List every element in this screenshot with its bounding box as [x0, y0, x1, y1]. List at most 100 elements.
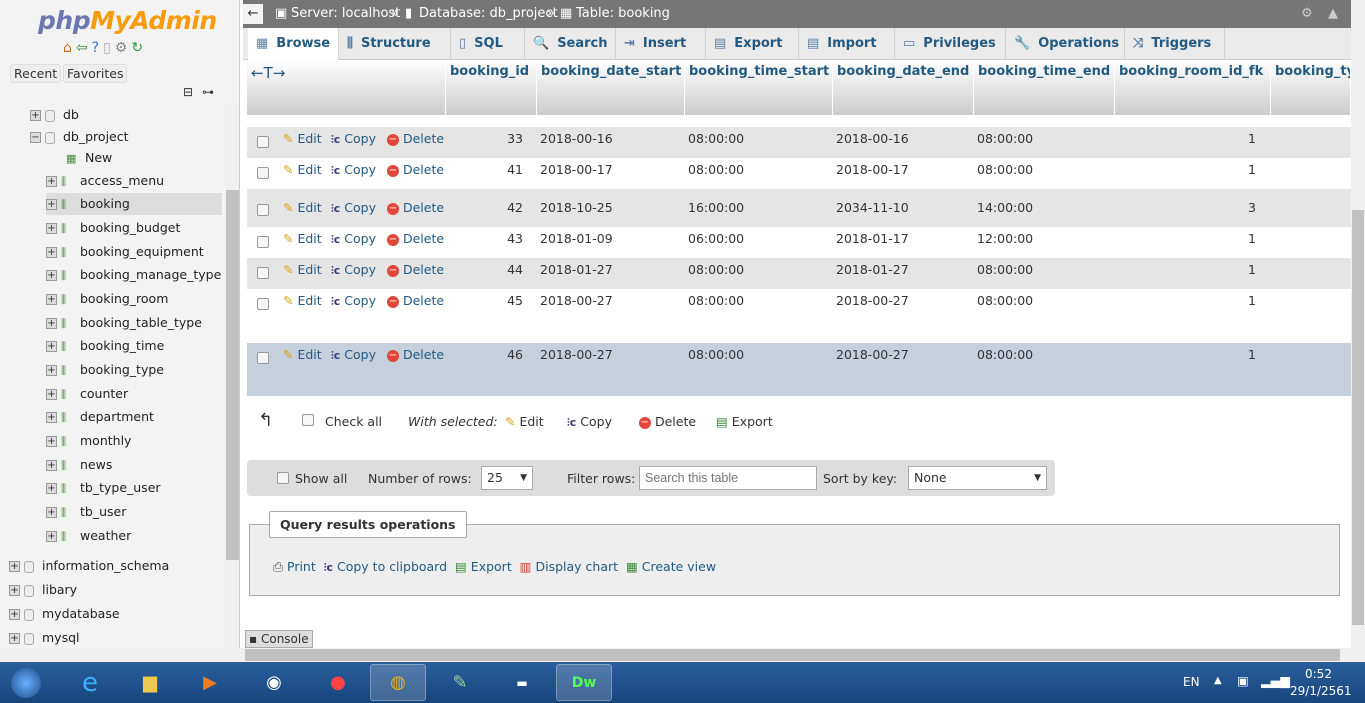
tab-browse[interactable]: ▦ Browse — [248, 28, 339, 60]
tree-item-news[interactable]: + ⫼ news — [46, 454, 222, 476]
edit-row-button[interactable]: ✎ Edit — [283, 231, 322, 246]
expand-icon[interactable]: + — [46, 294, 57, 305]
expand-icon[interactable]: + — [9, 585, 20, 596]
tree-item-booking_manage_type[interactable]: + ⫼ booking_manage_type — [46, 264, 222, 286]
tab-insert[interactable]: ⇥ Insert — [616, 28, 706, 60]
tree-item-tb_user[interactable]: + ⫼ tb_user — [46, 501, 222, 523]
delete-row-button[interactable]: − Delete — [387, 231, 444, 246]
show-all-label[interactable]: Show all — [295, 471, 347, 486]
tree-item-mydatabase[interactable]: + mydatabase — [9, 603, 120, 625]
num-rows-select[interactable]: 25 ▼ — [481, 466, 533, 490]
expand-icon[interactable]: + — [46, 341, 57, 352]
reload-icon[interactable]: ↻ — [131, 40, 143, 56]
tree-item-booking[interactable]: + ⫼ booking — [46, 193, 222, 215]
tab-export[interactable]: ▤ Export — [706, 28, 799, 60]
expand-icon[interactable]: + — [46, 531, 57, 542]
filter-rows-input[interactable] — [639, 466, 817, 490]
column-header-booking_date_end[interactable]: booking_date_end — [833, 60, 974, 115]
settings-gear-icon[interactable]: ⚙ — [1301, 0, 1313, 28]
copy-row-button[interactable]: ⫶c Copy — [331, 131, 376, 147]
edit-row-button[interactable]: ✎ Edit — [283, 162, 322, 177]
table-row[interactable]: ✎ Edit ⫶c Copy − Delete 44 2018-01-27 08:00:0… — [247, 258, 1351, 289]
clock-time[interactable]: 0:52 — [1305, 667, 1332, 681]
edit-row-button[interactable]: ✎ Edit — [283, 262, 322, 277]
bulk-copy-button[interactable]: ⫶c Copy — [567, 414, 612, 430]
column-header-booking_time_start[interactable]: booking_time_start — [685, 60, 833, 115]
tree-item-monthly[interactable]: + ⫼ monthly — [46, 430, 222, 452]
cmd-icon[interactable]: ▬ — [494, 664, 550, 701]
delete-row-button[interactable]: − Delete — [387, 162, 444, 177]
expand-icon[interactable]: + — [46, 199, 57, 210]
check-all-label[interactable]: Check all — [325, 414, 382, 429]
row-checkbox[interactable] — [257, 136, 269, 148]
copy-clipboard-link[interactable]: ⫶c Copy to clipboard — [324, 559, 447, 574]
tree-item-mysql[interactable]: + mysql — [9, 627, 80, 648]
expand-icon[interactable]: + — [30, 110, 41, 121]
phpmyadmin-logo[interactable]: phpMyAdmin — [38, 6, 217, 35]
breadcrumb-table[interactable]: Table: booking — [576, 0, 670, 28]
row-checkbox[interactable] — [257, 267, 269, 279]
tab-privileges[interactable]: ▭ Privileges — [895, 28, 1006, 60]
language-indicator[interactable]: EN — [1183, 675, 1200, 689]
print-link[interactable]: ⎙ Print — [273, 559, 316, 574]
row-checkbox[interactable] — [257, 167, 269, 179]
tree-item-information_schema[interactable]: + information_schema — [9, 555, 169, 577]
tree-item-booking_equipment[interactable]: + ⫼ booking_equipment — [46, 241, 222, 263]
row-checkbox[interactable] — [257, 204, 269, 216]
internet-explorer-icon[interactable]: e — [62, 664, 118, 701]
expand-icon[interactable]: + — [46, 270, 57, 281]
breadcrumb-database[interactable]: Database: db_project — [419, 0, 558, 28]
expand-icon[interactable]: + — [9, 609, 20, 620]
start-button[interactable] — [4, 664, 48, 701]
bulk-export-button[interactable]: ▤ Export — [716, 414, 773, 429]
delete-row-button[interactable]: − Delete — [387, 347, 444, 362]
file-explorer-icon[interactable]: ▆ — [122, 664, 178, 701]
copy-row-button[interactable]: ⫶c Copy — [331, 262, 376, 278]
expand-icon[interactable]: + — [46, 365, 57, 376]
delete-row-button[interactable]: − Delete — [387, 131, 444, 146]
tab-sql[interactable]: ▯ SQL — [451, 28, 525, 60]
edit-row-button[interactable]: ✎ Edit — [283, 200, 322, 215]
delete-row-button[interactable]: − Delete — [387, 293, 444, 308]
link-icon[interactable]: ⊶ — [202, 85, 214, 99]
table-row[interactable]: ✎ Edit ⫶c Copy − Delete 43 2018-01-09 06:00:0… — [247, 227, 1351, 258]
gear-icon[interactable]: ⚙ — [115, 40, 128, 56]
expand-icon[interactable]: + — [46, 483, 57, 494]
sidebar-scrollbar[interactable] — [225, 104, 239, 648]
notepad-icon[interactable]: ✎ — [432, 664, 488, 701]
copy-row-button[interactable]: ⫶c Copy — [331, 231, 376, 247]
export-link[interactable]: ▤ Export — [455, 559, 512, 574]
edit-row-button[interactable]: ✎ Edit — [283, 347, 322, 362]
tree-item-booking_time[interactable]: + ⫼ booking_time — [46, 335, 222, 357]
expand-icon[interactable]: + — [46, 318, 57, 329]
expand-icon[interactable]: + — [46, 436, 57, 447]
edit-row-button[interactable]: ✎ Edit — [283, 131, 322, 146]
tree-item-db[interactable]: + db — [30, 104, 220, 126]
tree-item-booking_room[interactable]: + ⫼ booking_room — [46, 288, 222, 310]
column-header-booking_room_id_fk[interactable]: booking_room_id_fk — [1115, 60, 1271, 115]
dreamweaver-icon[interactable]: Dw — [556, 664, 612, 701]
tree-item-New[interactable]: ▦ New — [66, 147, 239, 169]
collapse-all-icon[interactable]: ⊟ — [183, 85, 193, 99]
favorites-button[interactable]: Favorites — [63, 64, 128, 83]
table-row[interactable]: ✎ Edit ⫶c Copy − Delete 41 2018-00-17 08:00:0… — [247, 158, 1351, 189]
tree-item-db_project[interactable]: − db_project — [30, 126, 220, 148]
logout-icon[interactable]: ⇦ — [76, 40, 88, 56]
media-player-icon[interactable]: ▶ — [182, 664, 238, 701]
create-view-link[interactable]: ▦ Create view — [626, 559, 716, 574]
delete-row-button[interactable]: − Delete — [387, 262, 444, 277]
tab-search[interactable]: 🔍 Search — [525, 28, 616, 60]
tree-item-booking_table_type[interactable]: + ⫼ booking_table_type — [46, 312, 222, 334]
recent-button[interactable]: Recent — [10, 64, 62, 83]
tab-operations[interactable]: 🔧 Operations — [1006, 28, 1125, 60]
check-all-checkbox[interactable] — [302, 414, 314, 429]
table-row[interactable]: ✎ Edit ⫶c Copy − Delete 42 2018-10-25 16:00:0… — [247, 189, 1351, 227]
table-row[interactable]: ✎ Edit ⫶c Copy − Delete 45 2018-00-27 08:00:0… — [247, 289, 1351, 343]
edit-row-button[interactable]: ✎ Edit — [283, 293, 322, 308]
tree-item-weather[interactable]: + ⫼ weather — [46, 525, 222, 547]
column-header-booking_time_end[interactable]: booking_time_end — [974, 60, 1115, 115]
expand-icon[interactable]: + — [46, 176, 57, 187]
row-checkbox[interactable] — [257, 236, 269, 248]
expand-icon[interactable]: + — [46, 507, 57, 518]
tree-item-department[interactable]: + ⫼ department — [46, 406, 222, 428]
